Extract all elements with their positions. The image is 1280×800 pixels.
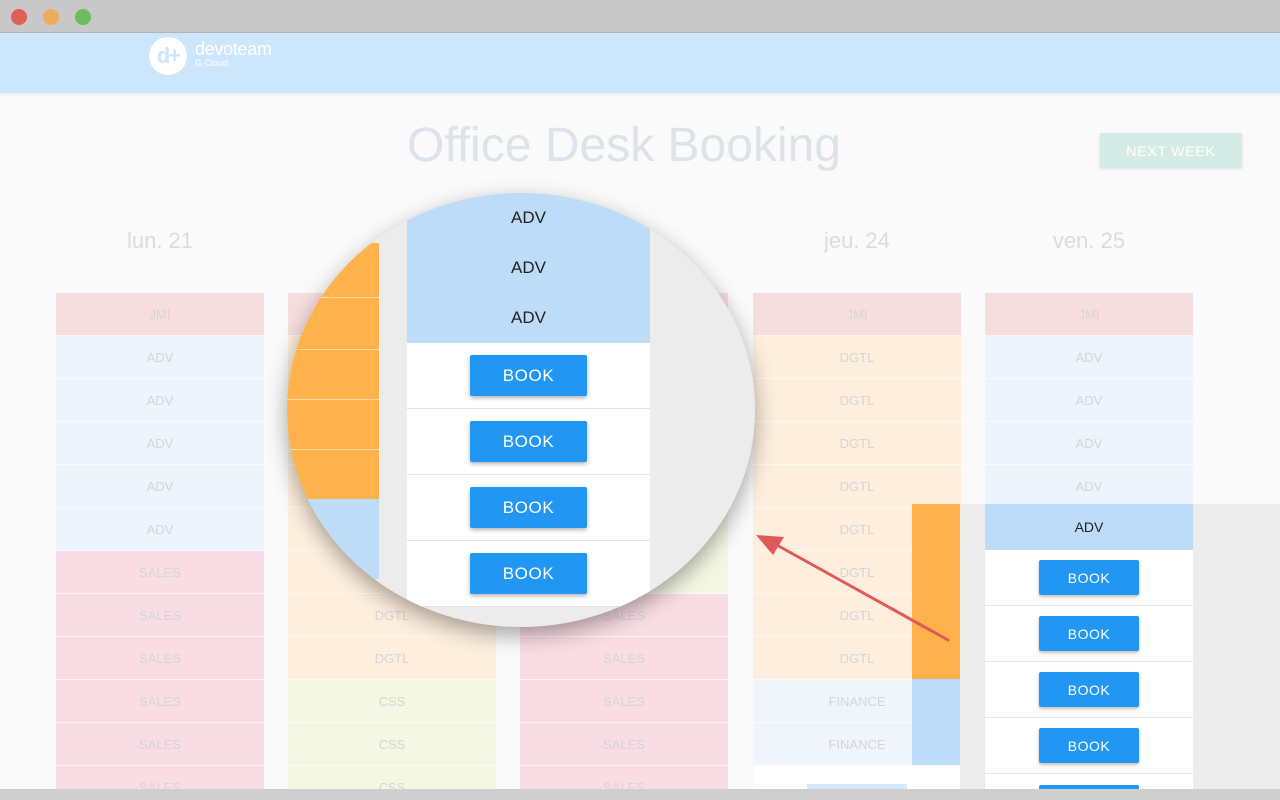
divider [287,349,379,350]
magnifier-lens: ADV ADV ADV BOOK BOOK BOOK BOOK [287,193,755,627]
logo-name: devoteam [195,39,272,59]
book-button[interactable]: BOOK [470,487,587,528]
desk-slot: DGTL [753,422,961,465]
occupied-bar [912,504,960,679]
desk-slot-adv: ADV [985,504,1193,550]
desk-slot: BOOK [407,475,650,541]
occupied-bar [287,499,379,579]
day-heading: lun. 21 [126,228,194,253]
book-button[interactable]: BOOK [1039,616,1139,651]
desk-slot: DGTL [288,637,496,680]
desk-slot-adv: ADV [407,193,650,243]
desk-slot: ADV [985,422,1193,465]
desk-slot: JMI [56,293,264,336]
desk-slot: ADV [56,465,264,508]
desk-slot: BOOK [985,550,1193,606]
desk-slot: DGTL [753,465,961,508]
day-column: JMI ADV ADV ADV ADV [985,293,1193,508]
desk-slot: SALES [520,680,728,723]
desk-slot: BOOK [985,606,1193,662]
window-bottom-edge [0,789,1280,800]
column-gap [650,193,755,627]
desk-slot: ADV [56,379,264,422]
desk-slot: CSS [288,723,496,766]
book-button[interactable]: BOOK [1039,560,1139,595]
desk-slot: CSS [288,680,496,723]
desk-slot: BOOK [985,662,1193,718]
minimize-window-button[interactable] [43,9,59,25]
desk-slot: ADV [56,508,264,551]
next-week-button[interactable]: NEXT WEEK [1100,133,1242,168]
desk-slot-adv: ADV [407,243,650,293]
day-heading: ven. 25 [1052,228,1126,253]
desk-slot: JMI [753,293,961,336]
divider [287,399,379,400]
desk-slot: ADV [985,465,1193,508]
desk-slot: ADV [985,379,1193,422]
app-header: d+ devoteam G Cloud [0,33,1280,93]
desk-slot: SALES [520,637,728,680]
book-button[interactable]: BOOK [470,553,587,594]
desk-slot: ADV [56,422,264,465]
occupied-bar [912,679,960,765]
desk-slot-adv: ADV [407,293,650,343]
desk-slot: SALES [56,723,264,766]
desk-slot: SALES [56,551,264,594]
desk-slot: DGTL [753,336,961,379]
page-title: Office Desk Booking [407,119,841,172]
desk-slot: SALES [520,723,728,766]
desk-slot: SALES [56,594,264,637]
desk-slot: ADV [985,336,1193,379]
column-gap [379,193,407,627]
book-button[interactable]: BOOK [1039,672,1139,707]
desk-slot: ADV [56,336,264,379]
occupied-bar [287,243,379,499]
logo-subtitle: G Cloud [195,58,229,68]
maximize-window-button[interactable] [75,9,91,25]
desk-slot: DGTL [753,379,961,422]
divider [287,297,379,298]
book-button[interactable]: BOOK [1039,728,1139,763]
day-column: JMI ADV ADV ADV ADV ADV SALES SALES SALE… [56,293,264,800]
devoteam-logo-icon[interactable]: d+ [149,37,187,75]
desk-slot: SALES [56,680,264,723]
window-titlebar [0,0,1280,33]
divider [287,449,379,450]
magnified-day-column: ADV ADV ADV BOOK BOOK BOOK BOOK [407,193,650,607]
day-heading: jeu. 24 [823,228,891,253]
book-button[interactable]: BOOK [470,355,587,396]
desk-slot: BOOK [985,718,1193,774]
desk-slot: JMI [985,293,1193,336]
book-button[interactable]: BOOK [470,421,587,462]
desk-slot: BOOK [407,541,650,607]
desk-slot: SALES [56,637,264,680]
desk-slot: BOOK [407,409,650,475]
desk-slot: BOOK [407,343,650,409]
close-window-button[interactable] [11,9,27,25]
